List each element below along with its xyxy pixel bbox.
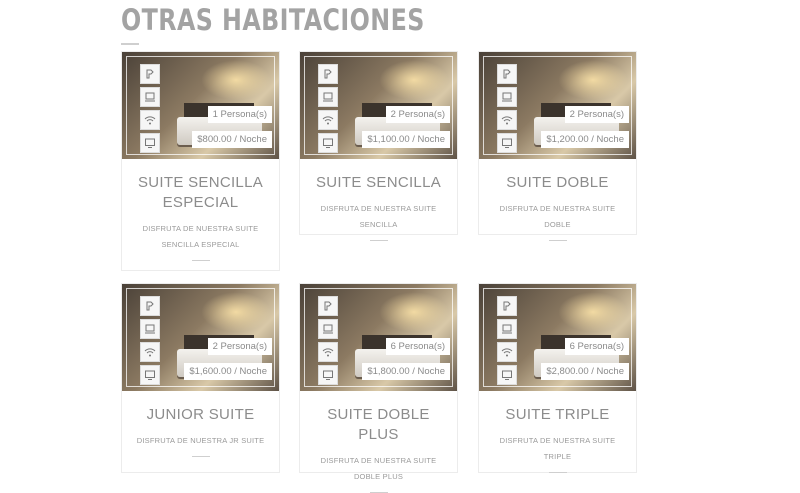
price-badge: $1,600.00 / Noche <box>184 363 272 380</box>
hairdryer-icon <box>318 64 338 84</box>
card-divider <box>191 260 210 261</box>
wifi-icon <box>497 110 517 130</box>
room-name[interactable]: SUITE DOBLE PLUS <box>308 405 449 445</box>
room-card[interactable]: 6 Persona(s) $1,800.00 / Noche SUITE DOB… <box>299 283 458 493</box>
price-badge: $1,800.00 / Noche <box>362 363 450 380</box>
tv-stand-icon <box>318 319 338 339</box>
monitor-icon <box>140 365 160 385</box>
monitor-icon <box>318 133 338 153</box>
persons-badge: 2 Persona(s) <box>564 106 629 123</box>
room-photo[interactable]: 6 Persona(s) $2,800.00 / Noche <box>479 284 636 391</box>
wifi-icon <box>318 110 338 130</box>
room-description: DISFRUTA DE NUESTRA JR SUITE <box>136 436 265 445</box>
title-divider <box>121 43 139 45</box>
room-name[interactable]: SUITE SENCILLA ESPECIAL <box>130 173 271 213</box>
amenity-list <box>497 296 517 388</box>
room-photo[interactable]: 2 Persona(s) $1,100.00 / Noche <box>300 52 457 159</box>
wifi-icon <box>497 342 517 362</box>
room-description: DISFRUTA DE NUESTRA SUITE DOBLE <box>499 204 616 229</box>
wifi-icon <box>140 110 160 130</box>
price-badge: $1,200.00 / Noche <box>541 131 629 148</box>
room-photo[interactable]: 6 Persona(s) $1,800.00 / Noche <box>300 284 457 391</box>
amenity-list <box>318 296 338 388</box>
room-name[interactable]: SUITE SENCILLA <box>308 173 449 193</box>
hairdryer-icon <box>497 64 517 84</box>
tv-stand-icon <box>140 319 160 339</box>
persons-badge: 2 Persona(s) <box>385 106 450 123</box>
room-description: DISFRUTA DE NUESTRA SUITE DOBLE PLUS <box>320 456 437 481</box>
card-divider <box>548 472 567 473</box>
room-card[interactable]: 2 Persona(s) $1,200.00 / Noche SUITE DOB… <box>478 51 637 241</box>
hairdryer-icon <box>140 296 160 316</box>
persons-badge: 6 Persona(s) <box>564 338 629 355</box>
amenity-list <box>318 64 338 156</box>
room-description: DISFRUTA DE NUESTRA SUITE SENCILLA ESPEC… <box>142 224 259 249</box>
room-photo[interactable]: 2 Persona(s) $1,200.00 / Noche <box>479 52 636 159</box>
price-badge: $800.00 / Noche <box>192 131 272 148</box>
monitor-icon <box>318 365 338 385</box>
room-card[interactable]: 1 Persona(s) $800.00 / Noche SUITE SENCI… <box>121 51 280 271</box>
tv-stand-icon <box>497 87 517 107</box>
monitor-icon <box>497 365 517 385</box>
hairdryer-icon <box>497 296 517 316</box>
persons-badge: 2 Persona(s) <box>207 338 272 355</box>
room-description: DISFRUTA DE NUESTRA SUITE TRIPLE <box>499 436 616 461</box>
card-divider <box>191 456 210 457</box>
room-card[interactable]: 6 Persona(s) $2,800.00 / Noche SUITE TRI… <box>478 283 637 473</box>
hairdryer-icon <box>140 64 160 84</box>
room-description: DISFRUTA DE NUESTRA SUITE SENCILLA <box>320 204 437 229</box>
wifi-icon <box>140 342 160 362</box>
room-card[interactable]: 2 Persona(s) $1,600.00 / Noche JUNIOR SU… <box>121 283 280 473</box>
hairdryer-icon <box>318 296 338 316</box>
monitor-icon <box>140 133 160 153</box>
room-name[interactable]: SUITE TRIPLE <box>487 405 628 425</box>
tv-stand-icon <box>318 87 338 107</box>
tv-stand-icon <box>497 319 517 339</box>
room-photo[interactable]: 2 Persona(s) $1,600.00 / Noche <box>122 284 279 391</box>
room-name[interactable]: JUNIOR SUITE <box>130 405 271 425</box>
room-photo[interactable]: 1 Persona(s) $800.00 / Noche <box>122 52 279 159</box>
monitor-icon <box>497 133 517 153</box>
persons-badge: 6 Persona(s) <box>385 338 450 355</box>
price-badge: $1,100.00 / Noche <box>362 131 450 148</box>
amenity-list <box>497 64 517 156</box>
tv-stand-icon <box>140 87 160 107</box>
section-title: OTRAS HABITACIONES <box>121 3 425 37</box>
card-divider <box>548 240 567 241</box>
price-badge: $2,800.00 / Noche <box>541 363 629 380</box>
wifi-icon <box>318 342 338 362</box>
persons-badge: 1 Persona(s) <box>207 106 272 123</box>
room-card[interactable]: 2 Persona(s) $1,100.00 / Noche SUITE SEN… <box>299 51 458 241</box>
amenity-list <box>140 296 160 388</box>
card-divider <box>369 240 388 241</box>
room-name[interactable]: SUITE DOBLE <box>487 173 628 193</box>
amenity-list <box>140 64 160 156</box>
